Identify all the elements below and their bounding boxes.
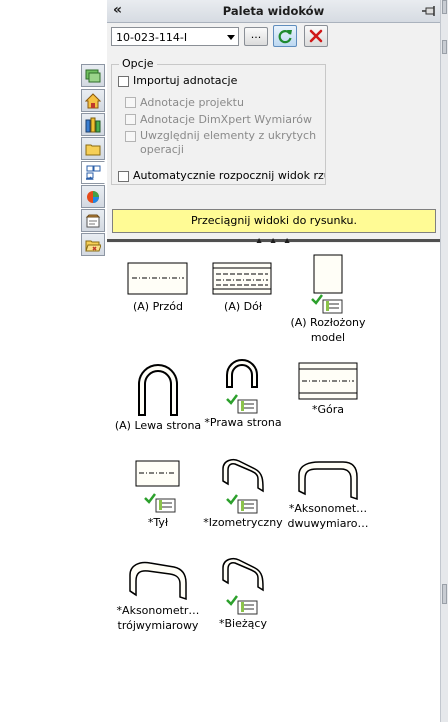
exploded-view-icon [311,254,343,314]
view-label: (A) Rozłożony model [290,316,366,344]
import-annotations-checkbox[interactable] [118,76,129,87]
top-view-icon [298,362,358,400]
scroll-marker [442,0,447,14]
view-item-top[interactable]: *Góra [278,360,378,417]
tab-file-explorer[interactable] [81,137,105,160]
view-item-exploded[interactable]: (A) Rozłożony model [278,253,378,345]
display-manager-icon [85,69,101,83]
right-view-icon [226,359,258,414]
tab-custom-properties[interactable] [81,209,105,232]
current-view-icon [222,557,264,615]
view-label: *Góra [311,403,345,416]
refresh-icon [278,30,292,44]
scroll-thumb[interactable] [442,584,447,604]
options-legend: Opcje [119,57,157,70]
document-select[interactable]: 10-023-114-I [111,27,239,46]
custom-properties-icon [85,214,101,228]
dimxpert-annotations-checkbox[interactable] [125,114,136,125]
hidden-features-label: Uwzględnij elementy z ukrytych operacji [140,129,317,156]
close-button[interactable] [304,25,328,47]
right-scroll-strip[interactable] [440,0,448,722]
tab-folder-open[interactable] [81,233,105,256]
options-group: Opcje Importuj adnotacje Adnotacje proje… [111,57,326,185]
tab-home[interactable] [81,89,105,112]
trimetric-view-icon [129,561,187,601]
tab-view-palette[interactable] [81,161,105,184]
dimetric-view-icon [298,461,358,501]
bottom-view-icon [212,262,272,295]
drag-hint-bar: Przeciągnij widoki do rysunku. [112,209,436,233]
tab-design-library[interactable] [81,113,105,136]
panel-titlebar: « Paleta widoków [107,0,440,23]
close-icon [309,29,323,43]
home-icon [85,93,101,109]
hidden-features-checkbox[interactable] [125,131,136,142]
view-label: *Prawa strona [204,416,282,429]
browse-button[interactable]: ... [244,27,268,46]
appearances-icon [87,191,99,203]
design-annotations-label: Adnotacje projektu [140,96,244,109]
view-label: *Bieżący [219,617,267,630]
views-area: (A) Przód (A) Dół (A) Rozłożony model (A… [107,243,440,722]
view-item-current[interactable]: *Bieżący [193,556,293,631]
back-view-icon [135,460,180,513]
file-explorer-icon [85,144,101,156]
import-annotations-label: Importuj adnotacje [133,74,238,87]
view-palette-icon [86,165,101,180]
tab-appearances[interactable] [81,185,105,208]
auto-start-projection-checkbox[interactable] [118,171,129,182]
folder-open-icon [85,240,101,252]
chevron-down-icon [227,35,235,40]
tab-display-manager[interactable] [81,64,105,87]
view-palette-panel: « Paleta widoków 10-023-114-I ... Opcje … [107,0,441,722]
scroll-marker [442,40,447,54]
view-label: *Aksonomet… dwuwymiaro… [287,502,369,530]
auto-start-projection-label: Automatycznie rozpocznij widok rzutowany [133,169,325,182]
dimxpert-annotations-label: Adnotacje DimXpert Wymiarów [140,113,313,126]
refresh-button[interactable] [273,25,297,47]
front-view-icon [127,262,188,295]
design-library-icon [85,117,101,133]
isometric-view-icon [222,458,264,514]
document-select-value: 10-023-114-I [116,31,188,44]
pin-icon[interactable] [421,4,437,18]
left-view-icon [138,364,178,416]
panel-title: Paleta widoków [222,4,325,18]
view-item-dimetric[interactable]: *Aksonomet… dwuwymiaro… [278,459,378,531]
design-annotations-checkbox[interactable] [125,97,136,108]
